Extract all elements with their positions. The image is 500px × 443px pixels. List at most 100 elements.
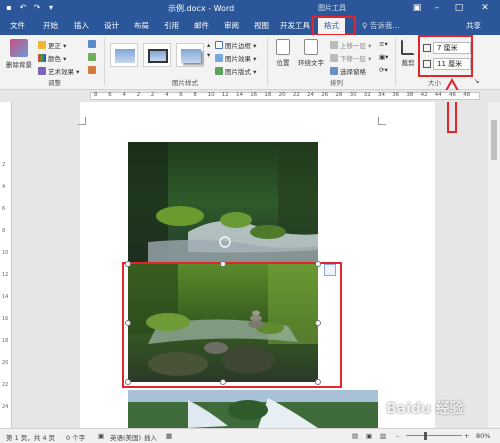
picture-tools-label: 图片工具 — [318, 4, 346, 12]
resize-handle[interactable] — [125, 261, 131, 267]
sun-icon — [38, 41, 46, 49]
compress-pictures-icon[interactable] — [88, 40, 98, 49]
web-layout-icon[interactable]: ▥ — [380, 432, 386, 440]
corrections-button[interactable]: 更正 ▾ — [38, 40, 66, 50]
artistic-effects-button[interactable]: 艺术效果 ▾ — [38, 66, 79, 76]
picture-style-3[interactable] — [176, 43, 204, 67]
ribbon-display-icon[interactable]: ▣ — [408, 0, 426, 16]
wrap-text-icon — [304, 39, 318, 55]
color-button[interactable]: 颜色 ▾ — [38, 53, 66, 63]
proofing-icon[interactable]: ▣ — [98, 432, 104, 440]
insert-mode[interactable]: 插入 — [144, 432, 157, 442]
reset-picture-icon[interactable] — [88, 66, 98, 75]
page-count[interactable]: 第 1 页，共 4 页 — [6, 432, 55, 442]
ruler-number: 28 — [335, 92, 343, 98]
language[interactable]: 英语(美国) — [110, 432, 141, 442]
tab-references[interactable]: 引用 — [164, 20, 179, 31]
tab-view[interactable]: 视图 — [254, 20, 269, 31]
vertical-scrollbar[interactable] — [488, 102, 500, 428]
bring-forward-button[interactable]: 上移一层 ▾ — [330, 40, 371, 50]
vruler-number: 2 — [2, 162, 6, 168]
picture-style-2[interactable] — [143, 43, 171, 67]
tab-file[interactable]: 文件 — [10, 20, 25, 31]
maximize-button[interactable]: □ — [450, 0, 468, 16]
word-count[interactable]: 0 个字 — [66, 432, 85, 442]
picture-style-1[interactable] — [110, 43, 138, 67]
redo-icon[interactable]: ↷ — [32, 3, 42, 13]
border-icon — [215, 41, 223, 49]
tab-layout[interactable]: 布局 — [134, 20, 149, 31]
ruler-number: 12 — [221, 92, 229, 98]
styles-scroll-icon[interactable]: ▴ — [207, 41, 210, 49]
rotate-icon[interactable]: ⟳▾ — [379, 66, 388, 74]
tab-mailings[interactable]: 邮件 — [194, 20, 209, 31]
bring-forward-label: 上移一层 — [340, 42, 366, 50]
ruler-number: 44 — [434, 92, 442, 98]
picture-layout-button[interactable]: 图片版式 ▾ — [215, 66, 256, 76]
wrap-text-button[interactable]: 环绕文字 — [296, 39, 326, 67]
selection-pane-button[interactable]: 选择窗格 — [330, 66, 366, 76]
zoom-slider-thumb[interactable] — [424, 432, 427, 440]
selected-stream-photo[interactable] — [128, 264, 318, 382]
ruler-number: 36 — [392, 92, 400, 98]
align-icon[interactable]: ≡▾ — [379, 40, 388, 48]
tab-review[interactable]: 审阅 — [224, 20, 239, 31]
macro-icon[interactable]: ▦ — [166, 432, 172, 440]
remove-background-button[interactable]: 删除背景 — [3, 39, 35, 69]
waterfall-photo[interactable] — [128, 390, 378, 428]
position-icon — [276, 39, 290, 55]
layout-options-icon[interactable] — [324, 264, 336, 276]
forest-stream-photo[interactable] — [128, 142, 318, 262]
resize-handle[interactable] — [220, 261, 226, 267]
save-icon[interactable]: ▪ — [4, 3, 14, 13]
title-bar: ▪ ↶ ↷ ▾ 示例.docx - Word 图片工具 ▣ – □ ✕ — [0, 0, 500, 16]
tab-developer[interactable]: 开发工具 — [280, 20, 310, 31]
tell-me-box[interactable]: ♀ 告诉我... — [362, 20, 400, 31]
word-window: ▪ ↶ ↷ ▾ 示例.docx - Word 图片工具 ▣ – □ ✕ 文件 开… — [0, 0, 500, 443]
effects-icon — [215, 54, 223, 62]
group-icon[interactable]: ▣▾ — [379, 53, 388, 61]
tab-design[interactable]: 设计 — [104, 20, 119, 31]
close-button[interactable]: ✕ — [476, 0, 494, 16]
vruler-number: 20 — [2, 360, 9, 366]
bring-forward-icon — [330, 41, 338, 49]
crop-button[interactable]: 裁剪 — [398, 39, 418, 67]
send-backward-label: 下移一层 — [340, 55, 366, 63]
vruler-number: 6 — [2, 206, 6, 212]
resize-handle[interactable] — [125, 320, 131, 326]
read-mode-icon[interactable]: ▤ — [352, 432, 358, 440]
picture-border-button[interactable]: 图片边框 ▾ — [215, 40, 256, 50]
styles-scroll-down-icon[interactable]: ▾ — [207, 51, 210, 59]
zoom-out-button[interactable]: – — [396, 432, 399, 440]
document-page — [78, 102, 435, 428]
format-tab-highlight — [312, 16, 356, 36]
change-picture-icon[interactable] — [88, 53, 98, 62]
customize-quick-access-icon[interactable]: ▾ — [46, 3, 56, 13]
minimize-button[interactable]: – — [428, 0, 446, 16]
picture-effects-button[interactable]: 图片效果 ▾ — [215, 53, 256, 63]
resize-handle[interactable] — [315, 379, 321, 385]
picture-border-label: 图片边框 — [225, 42, 251, 50]
resize-handle[interactable] — [315, 261, 321, 267]
resize-handle[interactable] — [125, 379, 131, 385]
ruler-number: 32 — [363, 92, 371, 98]
picture-effects-label: 图片效果 — [225, 55, 251, 63]
position-label: 位置 — [276, 59, 290, 67]
tab-home[interactable]: 开始 — [43, 20, 58, 31]
resize-handle[interactable] — [315, 320, 321, 326]
resize-handle[interactable] — [220, 379, 226, 385]
remove-background-label: 删除背景 — [6, 61, 32, 69]
zoom-in-button[interactable]: + — [464, 432, 469, 440]
tab-insert[interactable]: 插入 — [74, 20, 89, 31]
position-button[interactable]: 位置 — [272, 39, 294, 67]
send-backward-button[interactable]: 下移一层 ▾ — [330, 53, 371, 63]
ruler-number: 8 — [193, 92, 197, 98]
horizontal-ruler: 8 6 4 2 2 4 6 8 10 12 14 16 18 20 22 24 26 28 30 32 34 36 38 42… — [0, 90, 500, 102]
print-layout-icon[interactable]: ▣ — [366, 432, 372, 440]
undo-icon[interactable]: ↶ — [18, 3, 28, 13]
share-button[interactable]: 共享 — [466, 20, 481, 31]
vruler-number: 22 — [2, 382, 9, 388]
zoom-slider[interactable] — [406, 435, 462, 436]
zoom-level[interactable]: 80% — [476, 432, 490, 440]
size-dialog-launcher-icon[interactable]: ↘ — [474, 77, 479, 85]
